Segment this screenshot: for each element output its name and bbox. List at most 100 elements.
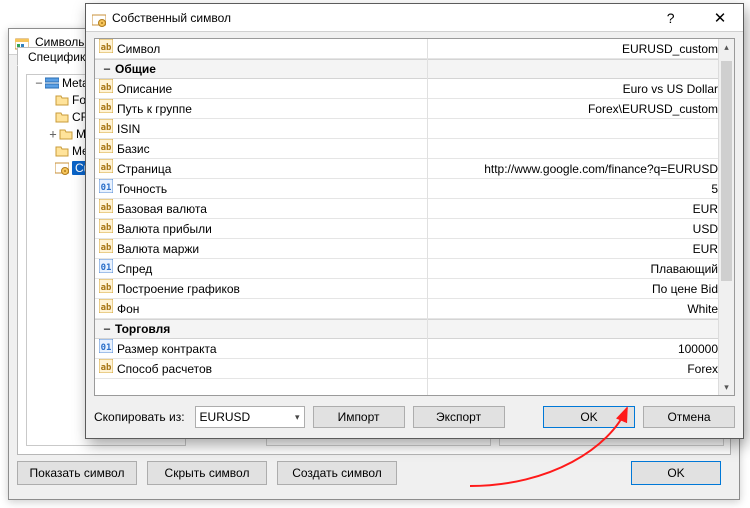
help-button[interactable]: ? — [648, 4, 694, 32]
property-key: Построение графиков — [117, 279, 240, 298]
copy-from-label: Скопировать из: — [94, 410, 185, 424]
text-type-icon: ab — [99, 199, 113, 218]
property-row[interactable]: abБазовая валюта EUR — [95, 199, 734, 219]
property-value[interactable]: 5 — [427, 179, 734, 198]
property-grid[interactable]: abСимволEURUSD_custom−ОбщиеabОписаниеEur… — [94, 38, 735, 396]
property-value[interactable]: По цене Bid — [427, 279, 734, 298]
property-value[interactable]: Euro vs US Dollar — [427, 79, 734, 98]
svg-text:ab: ab — [101, 103, 112, 113]
show-symbol-button[interactable]: Показать символ — [17, 461, 137, 485]
property-key: Фон — [117, 299, 139, 318]
property-row[interactable]: ab Страница http://www.google.com/finance?… — [95, 159, 734, 179]
property-key: Базис — [117, 139, 150, 158]
property-value[interactable]: Плавающий — [427, 259, 734, 278]
collapse-icon[interactable]: − — [99, 60, 115, 78]
property-row[interactable]: 01Точность5 — [95, 179, 734, 199]
text-type-icon: ab — [99, 119, 113, 138]
grid-scrollbar[interactable]: ▴ ▾ — [718, 39, 734, 395]
property-row[interactable]: abОписание Euro vs US Dollar — [95, 79, 734, 99]
text-type-icon: ab — [99, 159, 113, 178]
property-row[interactable]: ab Фон White — [95, 299, 734, 319]
property-key: Валюта маржи — [117, 239, 199, 258]
folder-icon — [55, 144, 69, 161]
property-row[interactable]: abISIN — [95, 119, 734, 139]
property-value[interactable]: Forex — [427, 359, 734, 378]
property-row[interactable]: ab Путь к группе Forex\EURUSD_custom — [95, 99, 734, 119]
hide-symbol-button[interactable]: Скрыть символ — [147, 461, 267, 485]
custom-symbol-icon — [55, 161, 69, 178]
svg-text:ab: ab — [101, 283, 112, 293]
group-label: Общие — [115, 60, 156, 78]
property-row[interactable]: abВалюта прибылиUSD — [95, 219, 734, 239]
close-button[interactable]: ✕ — [697, 5, 743, 33]
property-value[interactable]: EUR — [427, 239, 734, 258]
property-value[interactable] — [427, 139, 734, 158]
svg-text:ab: ab — [101, 43, 112, 53]
property-value[interactable]: White — [427, 299, 734, 318]
svg-text:ab: ab — [101, 123, 112, 133]
text-type-icon: ab — [99, 39, 113, 58]
scroll-down-icon[interactable]: ▾ — [719, 379, 734, 395]
property-key: Размер контракта — [117, 339, 217, 358]
svg-text:ab: ab — [101, 143, 112, 153]
property-row[interactable]: 01 Размер контракта 100000 — [95, 339, 734, 359]
property-group[interactable]: −Торговля — [95, 319, 734, 339]
dialog-title: Собственный символ — [112, 4, 231, 32]
property-key: Способ расчетов — [117, 359, 212, 378]
custom-symbol-icon — [92, 9, 106, 37]
property-value[interactable]: 100000 — [427, 339, 734, 358]
property-value[interactable]: http://www.google.com/finance?q=EURUSD — [427, 159, 734, 178]
text-type-icon: ab — [99, 239, 113, 258]
property-value[interactable]: USD — [427, 219, 734, 238]
grid-separator[interactable] — [427, 39, 428, 395]
folder-icon — [55, 110, 69, 127]
svg-text:01: 01 — [101, 183, 112, 193]
dialog-button-row: Скопировать из: EURUSD ▾ Импорт Экспорт … — [94, 404, 735, 430]
dialog-ok-button[interactable]: OK — [543, 406, 635, 428]
svg-text:ab: ab — [101, 163, 112, 173]
property-row[interactable]: 01 Спред Плавающий — [95, 259, 734, 279]
collapse-icon[interactable]: − — [99, 320, 115, 338]
scroll-thumb[interactable] — [721, 61, 732, 281]
svg-text:01: 01 — [101, 263, 112, 273]
property-value[interactable]: EURUSD_custom — [427, 39, 734, 58]
folder-icon — [59, 127, 73, 144]
cancel-button[interactable]: Отмена — [643, 406, 735, 428]
svg-text:ab: ab — [101, 303, 112, 313]
import-button[interactable]: Импорт — [313, 406, 405, 428]
property-row[interactable]: ab Способ расчетов Forex — [95, 359, 734, 379]
export-button[interactable]: Экспорт — [413, 406, 505, 428]
folder-icon — [55, 93, 69, 110]
number-type-icon: 01 — [99, 179, 113, 198]
property-value[interactable] — [427, 119, 734, 138]
text-type-icon: ab — [99, 79, 113, 98]
property-row[interactable]: ab Базис — [95, 139, 734, 159]
property-key: Путь к группе — [117, 99, 192, 118]
property-value[interactable]: EUR — [427, 199, 734, 218]
copy-from-value: EURUSD — [200, 410, 251, 424]
property-row[interactable]: abВалюта маржи EUR — [95, 239, 734, 259]
property-key: Описание — [117, 79, 172, 98]
text-type-icon: ab — [99, 139, 113, 158]
scroll-up-icon[interactable]: ▴ — [719, 39, 734, 55]
property-row[interactable]: ab Символ EURUSD_custom — [95, 39, 734, 59]
symbols-ok-button[interactable]: OK — [631, 461, 721, 485]
svg-text:ab: ab — [101, 223, 112, 233]
text-type-icon: ab — [99, 359, 113, 378]
property-group[interactable]: −Общие — [95, 59, 734, 79]
property-key: Спред — [117, 259, 152, 278]
symbols-button-row: Показать символ Скрыть символ Создать си… — [17, 461, 731, 491]
property-key: Символ — [117, 39, 160, 58]
property-key: Базовая валюта — [117, 199, 207, 218]
copy-from-combo[interactable]: EURUSD ▾ — [195, 406, 305, 428]
dialog-titlebar[interactable]: Собственный символ ? ✕ — [86, 4, 743, 32]
number-type-icon: 01 — [99, 259, 113, 278]
property-row[interactable]: ab Построение графиков По цене Bid — [95, 279, 734, 299]
server-icon — [45, 76, 59, 93]
property-key: Страница — [117, 159, 171, 178]
property-value[interactable]: Forex\EURUSD_custom — [427, 99, 734, 118]
svg-text:ab: ab — [101, 363, 112, 373]
svg-text:01: 01 — [101, 343, 112, 353]
create-symbol-button[interactable]: Создать символ — [277, 461, 397, 485]
custom-symbol-dialog: Собственный символ ? ✕ ab Символ EURUSD_cu… — [85, 3, 744, 439]
